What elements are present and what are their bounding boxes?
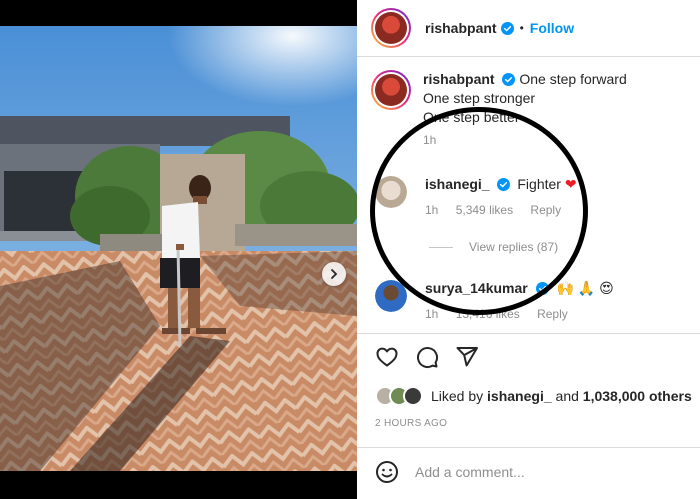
comment-username[interactable]: ishanegi_ bbox=[425, 176, 490, 192]
caption-line: One step forward bbox=[519, 71, 627, 87]
comment-item: surya_14kumar 🙌 🙏 😍 1h 13,416 likes Repl… bbox=[375, 280, 614, 321]
top-letterbox bbox=[0, 0, 357, 26]
comment-likes[interactable]: 13,416 likes bbox=[456, 307, 520, 321]
chevron-right-icon bbox=[331, 269, 338, 279]
replies-line bbox=[429, 246, 453, 248]
header-divider bbox=[357, 56, 700, 57]
commenter-avatar[interactable] bbox=[375, 176, 407, 208]
comment-likes[interactable]: 5,349 likes bbox=[456, 203, 513, 217]
caption-time: 1h bbox=[423, 133, 437, 147]
likes-summary: Liked by ishanegi_ and 1,038,000 others bbox=[375, 386, 692, 406]
actions-divider bbox=[357, 333, 700, 334]
comment-input[interactable] bbox=[415, 464, 675, 480]
carousel-next-button[interactable] bbox=[322, 262, 346, 286]
liked-by-others[interactable]: 1,038,000 others bbox=[583, 388, 692, 404]
liked-by-user[interactable]: ishanegi_ bbox=[487, 388, 552, 404]
caption-username[interactable]: rishabpant bbox=[423, 71, 495, 87]
verified-badge-icon bbox=[500, 21, 514, 35]
post-caption: rishabpant One step forward One step str… bbox=[371, 70, 627, 150]
author-username[interactable]: rishabpant bbox=[425, 20, 497, 36]
caption-line: One step stronger bbox=[423, 90, 536, 106]
heart-emoji-icon: ❤ bbox=[564, 176, 577, 192]
comment-text: Fighter bbox=[517, 176, 561, 192]
comment-time: 1h bbox=[425, 307, 439, 321]
comment-box-divider bbox=[357, 447, 700, 448]
verified-badge-icon bbox=[502, 73, 516, 86]
bottom-letterbox bbox=[0, 471, 357, 499]
share-icon[interactable] bbox=[455, 345, 479, 369]
reply-button[interactable]: Reply bbox=[530, 203, 561, 217]
caption-line: One step better bbox=[423, 109, 520, 125]
caption-avatar[interactable] bbox=[371, 70, 411, 110]
author-avatar[interactable] bbox=[371, 8, 411, 48]
verified-badge-icon bbox=[497, 178, 511, 191]
post-header: rishabpant • Follow bbox=[371, 8, 574, 48]
comment-username[interactable]: surya_14kumar bbox=[425, 280, 528, 296]
liker-avatar bbox=[403, 386, 423, 406]
post-photo[interactable] bbox=[0, 26, 357, 471]
liker-avatars bbox=[375, 386, 423, 406]
screenshot-frame: rishabpant • Follow rishabpant One step … bbox=[0, 0, 700, 499]
post-timestamp: 2 HOURS AGO bbox=[375, 418, 448, 429]
comment-icon[interactable] bbox=[415, 345, 439, 369]
follow-button[interactable]: Follow bbox=[530, 20, 574, 36]
post-side-panel: rishabpant • Follow rishabpant One step … bbox=[357, 0, 700, 499]
add-comment-bar bbox=[375, 460, 675, 484]
view-replies-label[interactable]: View replies (87) bbox=[469, 240, 558, 254]
reply-button[interactable]: Reply bbox=[537, 307, 568, 321]
liked-by-connector: and bbox=[555, 388, 579, 404]
view-replies[interactable]: View replies (87) bbox=[429, 240, 558, 254]
action-bar bbox=[375, 345, 479, 369]
smiley-icon[interactable] bbox=[375, 460, 399, 484]
separator-dot: • bbox=[519, 21, 524, 35]
commenter-avatar[interactable] bbox=[375, 280, 407, 312]
comment-item: ishanegi_ Fighter ❤ 1h 5,349 likes Reply bbox=[375, 176, 577, 217]
liked-by-prefix: Liked by bbox=[431, 388, 484, 404]
verified-badge-icon bbox=[535, 282, 549, 295]
heart-icon[interactable] bbox=[375, 345, 399, 369]
comment-time: 1h bbox=[425, 203, 439, 217]
comment-emojis: 🙌 🙏 😍 bbox=[556, 280, 614, 296]
post-image bbox=[0, 26, 357, 471]
